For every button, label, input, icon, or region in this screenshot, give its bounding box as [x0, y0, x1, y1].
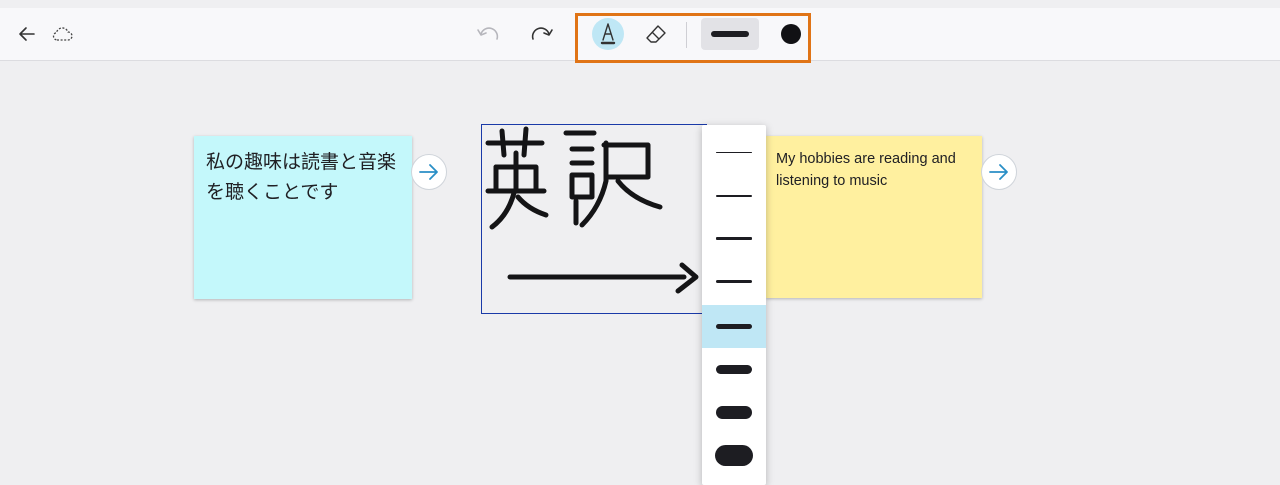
toolbar: [0, 8, 1280, 63]
pen-tool-icon: [600, 23, 616, 45]
thickness-option-8[interactable]: [702, 434, 766, 477]
thickness-button[interactable]: [701, 18, 759, 50]
thickness-option-2[interactable]: [702, 174, 766, 217]
sticky-note-english[interactable]: My hobbies are reading and listening to …: [766, 136, 982, 298]
note-text: My hobbies are reading and listening to …: [776, 151, 956, 189]
note-arrow-button[interactable]: [981, 154, 1017, 190]
thickness-option-5[interactable]: [702, 305, 766, 348]
thickness-line: [716, 194, 752, 197]
thickness-menu: [702, 125, 766, 485]
note-text: 私の趣味は読書と音楽を聴くことです: [206, 152, 397, 203]
redo-button[interactable]: [527, 20, 557, 48]
thickness-line: [716, 365, 752, 374]
ink-color-button[interactable]: [776, 18, 806, 50]
undo-button[interactable]: [473, 20, 503, 48]
undo-icon: [477, 27, 499, 40]
cloud-icon: [52, 27, 73, 41]
note-arrow-button[interactable]: [411, 154, 447, 190]
back-button[interactable]: [12, 20, 42, 48]
toolbar-divider: [686, 22, 687, 48]
thickness-option-1[interactable]: [702, 131, 766, 174]
thickness-line: [716, 406, 752, 419]
sticky-note-japanese[interactable]: 私の趣味は読書と音楽を聴くことです: [194, 136, 412, 299]
arrow-right-icon: [989, 164, 1008, 180]
handwriting-ink-selection[interactable]: [481, 124, 707, 314]
thickness-preview: [711, 31, 749, 37]
canvas[interactable]: 私の趣味は読書と音楽を聴くことです My hobbies are reading…: [0, 61, 1280, 485]
eraser-icon: [646, 25, 666, 43]
redo-icon: [531, 27, 553, 40]
thickness-option-7[interactable]: [702, 391, 766, 434]
pen-button[interactable]: [592, 18, 624, 50]
cloud-sync-button[interactable]: [47, 20, 77, 48]
thickness-line: [716, 237, 752, 240]
arrow-left-icon: [19, 27, 35, 41]
eraser-button[interactable]: [640, 18, 672, 50]
thickness-option-3[interactable]: [702, 217, 766, 260]
thickness-option-6[interactable]: [702, 348, 766, 391]
ink-color-swatch: [781, 24, 801, 44]
thickness-line: [715, 445, 753, 466]
arrow-right-icon: [419, 164, 438, 180]
thickness-option-4[interactable]: [702, 260, 766, 303]
handwriting-ink: [485, 126, 699, 294]
thickness-line: [716, 280, 752, 283]
thickness-line: [716, 152, 752, 153]
thickness-line: [716, 324, 752, 329]
